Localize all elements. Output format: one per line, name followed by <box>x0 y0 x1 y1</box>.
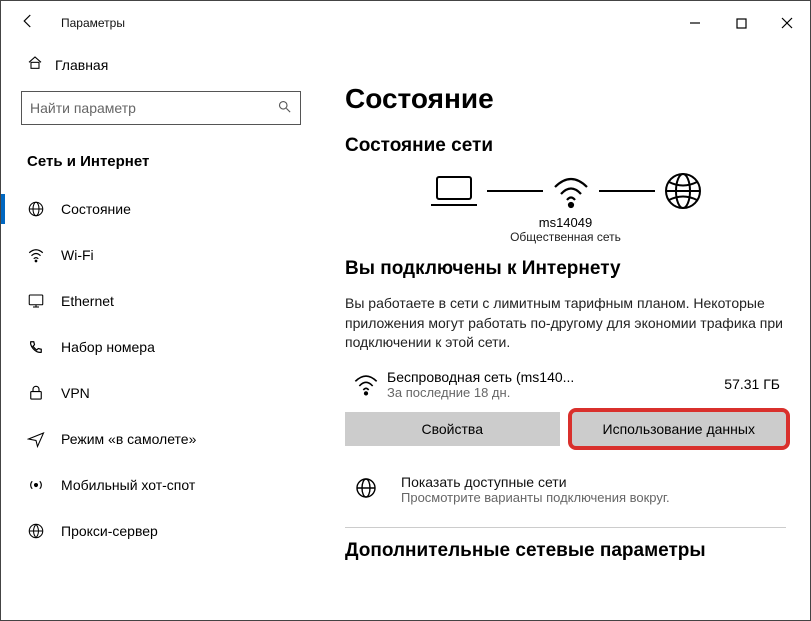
titlebar: Параметры <box>1 1 810 45</box>
sidebar-item-label: VPN <box>61 385 90 401</box>
wifi-icon <box>345 372 387 396</box>
sidebar-item-label: Режим «в самолете» <box>61 431 196 447</box>
home-icon <box>27 55 55 75</box>
available-networks-link[interactable]: Показать доступные сети Просмотрите вари… <box>345 474 786 505</box>
sidebar-item-label: Wi-Fi <box>61 247 94 263</box>
connected-heading: Вы подключены к Интернету <box>345 258 786 280</box>
sidebar-item-label: Мобильный хот-спот <box>61 477 195 493</box>
search-icon <box>277 99 292 117</box>
data-usage-button[interactable]: Использование данных <box>572 412 787 446</box>
wifi-icon <box>27 246 61 264</box>
sidebar-item-dialup[interactable]: Набор номера <box>1 324 321 370</box>
minimize-button[interactable] <box>672 8 718 38</box>
airplane-icon <box>27 430 61 448</box>
connection-name: Беспроводная сеть (ms140... <box>387 369 724 385</box>
divider <box>345 527 786 528</box>
sidebar-item-hotspot[interactable]: Мобильный хот-спот <box>1 462 321 508</box>
hotspot-icon <box>27 476 61 494</box>
connection-buttons: Свойства Использование данных <box>345 412 786 446</box>
vpn-icon <box>27 384 61 402</box>
proxy-icon <box>27 522 61 540</box>
connector-line <box>599 190 655 192</box>
sidebar-item-airplane[interactable]: Режим «в самолете» <box>1 416 321 462</box>
globe-icon <box>27 200 61 218</box>
sidebar-item-label: Состояние <box>61 201 131 217</box>
main-content: Состояние Состояние сети ms14049 Обществ… <box>321 45 810 620</box>
sidebar-section-heading: Сеть и Интернет <box>1 143 321 186</box>
search-input[interactable]: Найти параметр <box>21 91 301 125</box>
available-title: Показать доступные сети <box>401 474 670 490</box>
maximize-button[interactable] <box>718 8 764 38</box>
properties-button[interactable]: Свойства <box>345 412 560 446</box>
globe-icon <box>345 474 387 500</box>
sidebar-nav: Состояние Wi-Fi Ethernet Набор номера <box>1 186 321 554</box>
sidebar-home[interactable]: Главная <box>1 45 321 85</box>
wifi-icon <box>551 173 591 209</box>
sidebar-item-proxy[interactable]: Прокси-сервер <box>1 508 321 554</box>
diagram-ssid: ms14049 <box>345 215 786 230</box>
connection-row: Беспроводная сеть (ms140... За последние… <box>345 369 786 400</box>
diagram-nettype: Общественная сеть <box>345 230 786 244</box>
close-button[interactable] <box>764 8 810 38</box>
sidebar-home-label: Главная <box>55 57 108 73</box>
laptop-icon <box>429 173 479 209</box>
ethernet-icon <box>27 292 61 310</box>
back-button[interactable] <box>19 12 49 35</box>
search-placeholder: Найти параметр <box>30 100 277 116</box>
available-sub: Просмотрите варианты подключения вокруг. <box>401 490 670 505</box>
sidebar: Главная Найти параметр Сеть и Интернет С… <box>1 45 321 620</box>
connection-sub: За последние 18 дн. <box>387 385 724 400</box>
sidebar-item-wifi[interactable]: Wi-Fi <box>1 232 321 278</box>
additional-heading: Дополнительные сетевые параметры <box>345 540 786 562</box>
sidebar-item-label: Ethernet <box>61 293 114 309</box>
connection-usage: 57.31 ГБ <box>724 376 786 392</box>
sidebar-item-vpn[interactable]: VPN <box>1 370 321 416</box>
sidebar-item-label: Прокси-сервер <box>61 523 158 539</box>
dialup-icon <box>27 338 61 356</box>
page-title: Состояние <box>345 83 786 115</box>
network-status-heading: Состояние сети <box>345 135 786 157</box>
network-diagram <box>345 171 786 211</box>
connector-line <box>487 190 543 192</box>
sidebar-item-label: Набор номера <box>61 339 155 355</box>
globe-icon <box>663 171 703 211</box>
window-controls <box>672 8 810 38</box>
connected-text: Вы работаете в сети с лимитным тарифным … <box>345 294 786 353</box>
window-title: Параметры <box>61 16 125 30</box>
sidebar-item-ethernet[interactable]: Ethernet <box>1 278 321 324</box>
sidebar-item-status[interactable]: Состояние <box>1 186 321 232</box>
